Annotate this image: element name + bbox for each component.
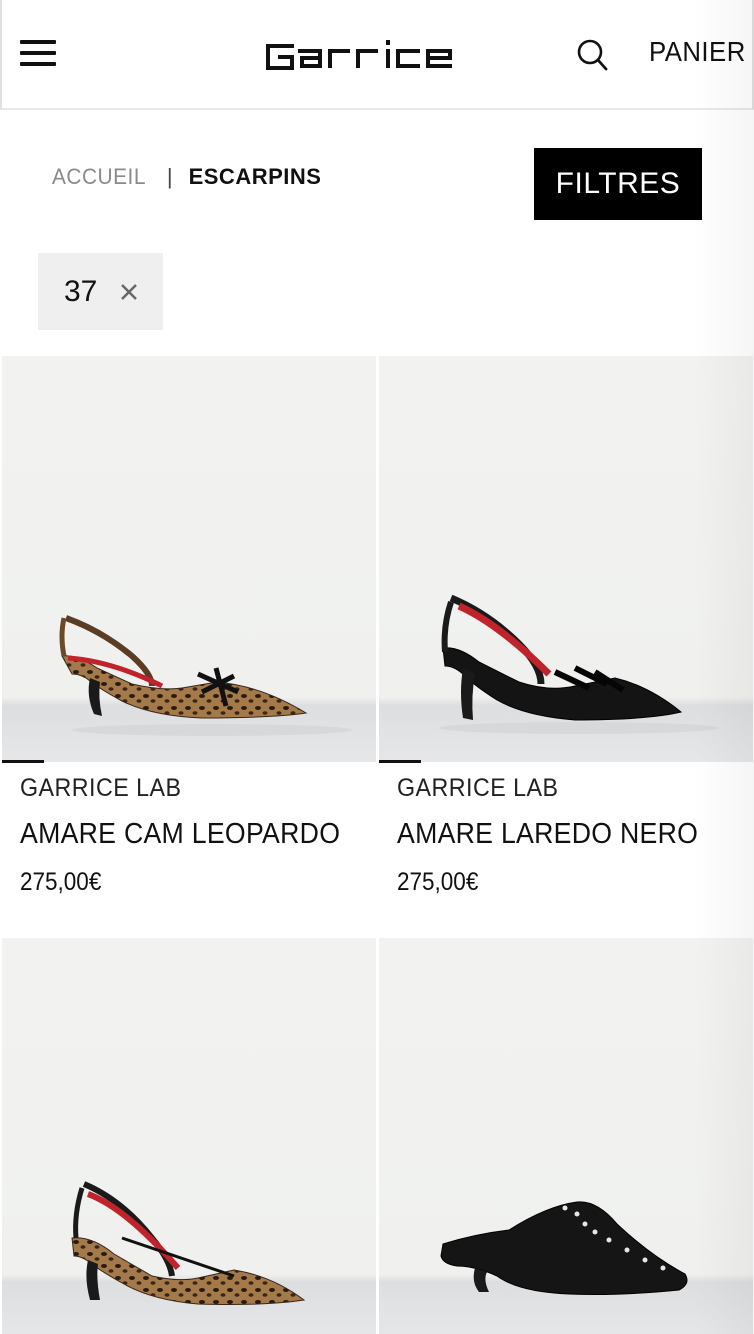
menu-icon-bar <box>20 51 56 55</box>
menu-icon-bar <box>20 62 56 66</box>
product-name[interactable]: AMARE CAM LEOPARDO <box>20 818 340 851</box>
site-header: PANIER <box>0 0 754 110</box>
product-brand: GARRICE LAB <box>397 774 559 802</box>
menu-icon-bar <box>20 40 56 44</box>
breadcrumb-current: ESCARPINS <box>188 164 322 189</box>
product-image[interactable] <box>379 938 753 1334</box>
product-card[interactable] <box>379 938 753 1334</box>
active-filter-chip[interactable]: 37 <box>38 253 163 330</box>
filter-chip-label: 37 <box>64 274 98 308</box>
menu-button[interactable] <box>20 40 56 68</box>
breadcrumb-separator: | <box>166 164 173 189</box>
image-carousel-indicator <box>379 760 421 763</box>
black-slingback-shoe-image <box>439 594 719 734</box>
product-image[interactable] <box>2 356 376 762</box>
product-brand: GARRICE LAB <box>20 774 182 802</box>
image-carousel-indicator <box>2 760 44 763</box>
leopard-slingback-shoe-image <box>59 615 352 736</box>
product-image[interactable] <box>379 356 753 762</box>
product-card[interactable]: GARRICE LAB AMARE LAREDO NERO 275,00€ <box>379 356 753 896</box>
cart-link[interactable]: PANIER <box>649 36 746 68</box>
product-price: 275,00€ <box>397 868 479 896</box>
breadcrumb-home[interactable]: ACCUEIL <box>52 164 146 190</box>
black-lace-up-mule-image <box>440 1201 688 1295</box>
garrice-logo[interactable] <box>264 34 490 74</box>
leopard-slingback-black-trim-shoe-image <box>71 1181 306 1305</box>
product-card[interactable] <box>2 938 376 1334</box>
product-price: 275,00€ <box>20 868 102 896</box>
product-name[interactable]: AMARE LAREDO NERO <box>397 818 698 851</box>
filters-button[interactable]: FILTRES <box>534 148 702 220</box>
breadcrumb: ACCUEIL | ESCARPINS <box>52 162 321 192</box>
close-icon[interactable] <box>119 282 139 302</box>
search-icon[interactable] <box>576 36 608 72</box>
product-image[interactable] <box>2 938 376 1334</box>
product-card[interactable]: GARRICE LAB AMARE CAM LEOPARDO 275,00€ <box>2 356 376 896</box>
